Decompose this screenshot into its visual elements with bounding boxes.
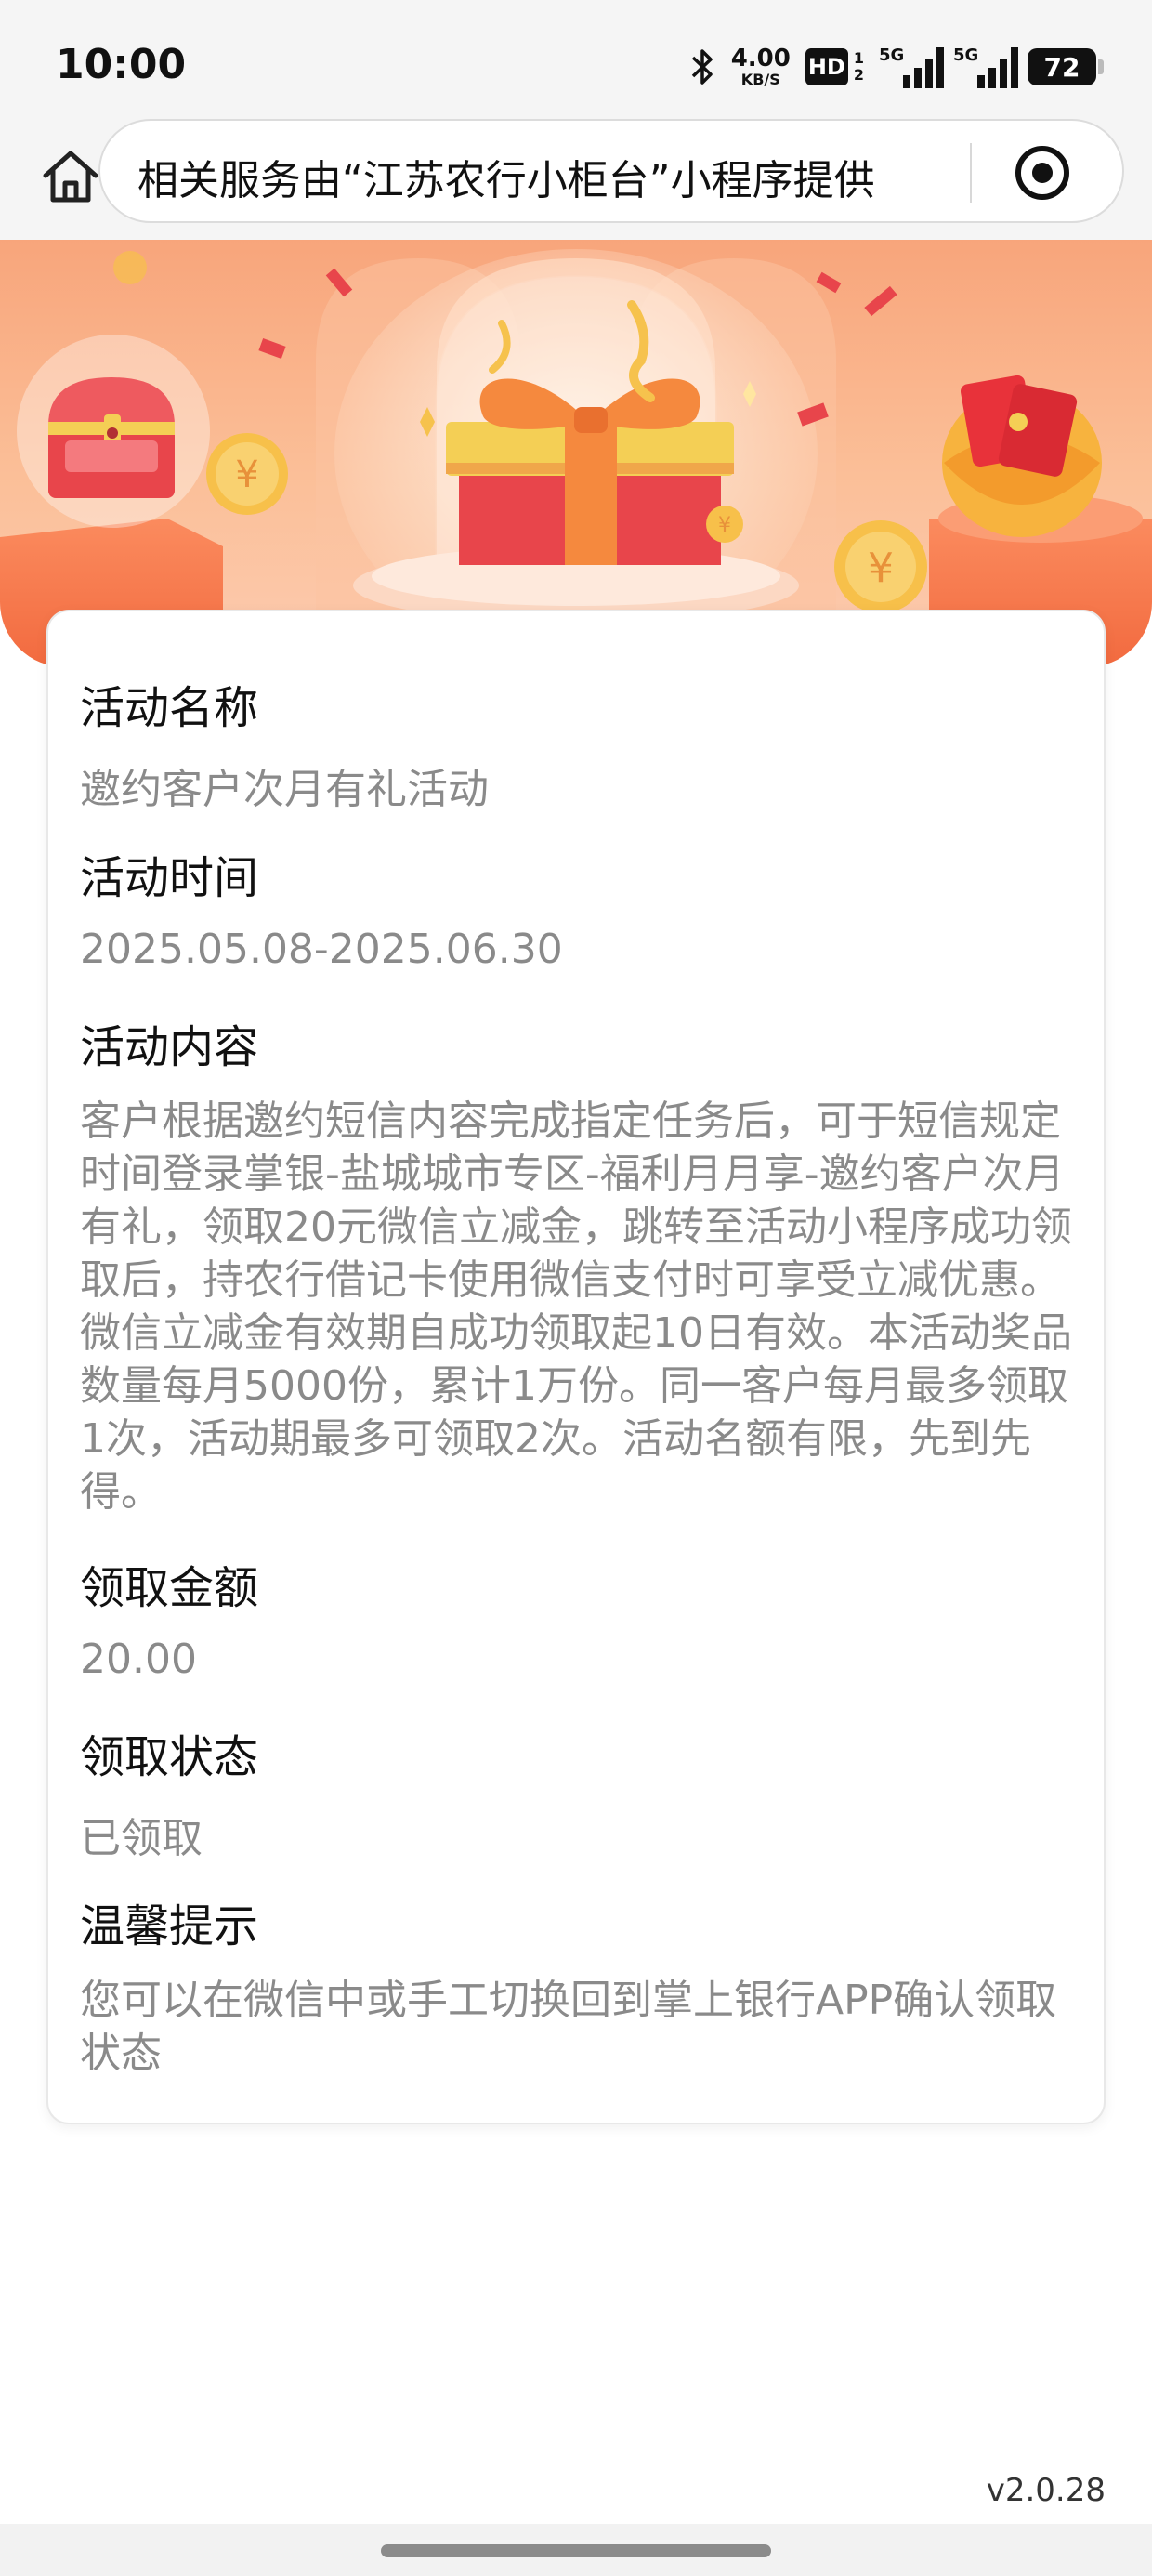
status-value: 已领取 xyxy=(80,1815,203,1862)
address-text: 相关服务由“江苏农行小柜台”小程序提供 xyxy=(137,157,875,204)
activity-time-value: 2025.05.08-2025.06.30 xyxy=(80,926,563,973)
activity-content-label: 活动内容 xyxy=(80,1021,259,1073)
banner-illustration: ¥ ¥ ¥ xyxy=(0,249,1152,667)
activity-content-value: 客户根据邀约短信内容完成指定任务后，可于短信规定时间登录掌银-盐城城市专区-福利… xyxy=(80,1097,1072,1516)
version-label: v2.0.28 xyxy=(986,2472,1106,2509)
signal-2-label: 5G xyxy=(953,46,979,65)
address-bar[interactable]: 相关服务由“江苏农行小柜台”小程序提供 xyxy=(98,119,1124,223)
svg-text:¥: ¥ xyxy=(868,545,894,592)
amount-label: 领取金额 xyxy=(80,1562,259,1614)
svg-text:¥: ¥ xyxy=(718,514,731,537)
network-speed-unit: KB/S xyxy=(740,71,780,88)
signal-icon: 5G xyxy=(879,46,944,88)
hd-sim-1: 1 xyxy=(853,49,864,67)
nav-bar: 相关服务由“江苏农行小柜台”小程序提供 xyxy=(0,119,1152,240)
svg-text:¥: ¥ xyxy=(235,453,258,496)
home-button[interactable] xyxy=(33,139,108,214)
coin-icon: ¥ xyxy=(206,433,288,515)
network-speed-value: 4.00 xyxy=(730,45,791,72)
hd-icon: HD xyxy=(805,48,848,85)
activity-time-label: 活动时间 xyxy=(80,852,259,904)
signal-icon: 5G xyxy=(953,46,1018,88)
amount-value: 20.00 xyxy=(80,1636,197,1683)
treasure-chest-icon xyxy=(48,377,175,498)
battery-icon: 72 xyxy=(1028,48,1104,85)
status-time: 10:00 xyxy=(56,41,187,88)
activity-name-label: 活动名称 xyxy=(80,682,259,734)
hd-sim-2: 2 xyxy=(853,66,864,84)
status-label: 领取状态 xyxy=(80,1731,259,1783)
signal-1-label: 5G xyxy=(879,46,905,65)
address-divider xyxy=(970,143,972,203)
home-icon xyxy=(43,151,98,203)
activity-name-value: 邀约客户次月有礼活动 xyxy=(80,766,489,813)
red-envelope-icon xyxy=(942,375,1102,537)
status-icons: 4.00 KB/S HD 1 2 5G 5G 72 xyxy=(688,43,1104,91)
activity-card: 活动名称 邀约客户次月有礼活动 活动时间 2025.05.08-2025.06.… xyxy=(46,610,1106,2124)
network-speed: 4.00 KB/S xyxy=(731,46,791,87)
home-indicator-pill[interactable] xyxy=(381,2544,771,2557)
tip-label: 温馨提示 xyxy=(80,1900,259,1952)
hd-sim-numbers: 1 2 xyxy=(854,50,864,84)
tip-value: 您可以在微信中或手工切换回到掌上银行APP确认领取状态 xyxy=(80,1977,1057,2077)
home-indicator[interactable] xyxy=(0,2524,1152,2576)
close-miniprogram-button[interactable] xyxy=(1011,141,1074,204)
status-bar: 10:00 4.00 KB/S HD 1 2 5G 5G 72 xyxy=(0,0,1152,119)
bluetooth-icon xyxy=(691,49,713,85)
target-icon xyxy=(1015,146,1069,200)
promo-banner: ¥ ¥ ¥ xyxy=(0,240,1152,667)
